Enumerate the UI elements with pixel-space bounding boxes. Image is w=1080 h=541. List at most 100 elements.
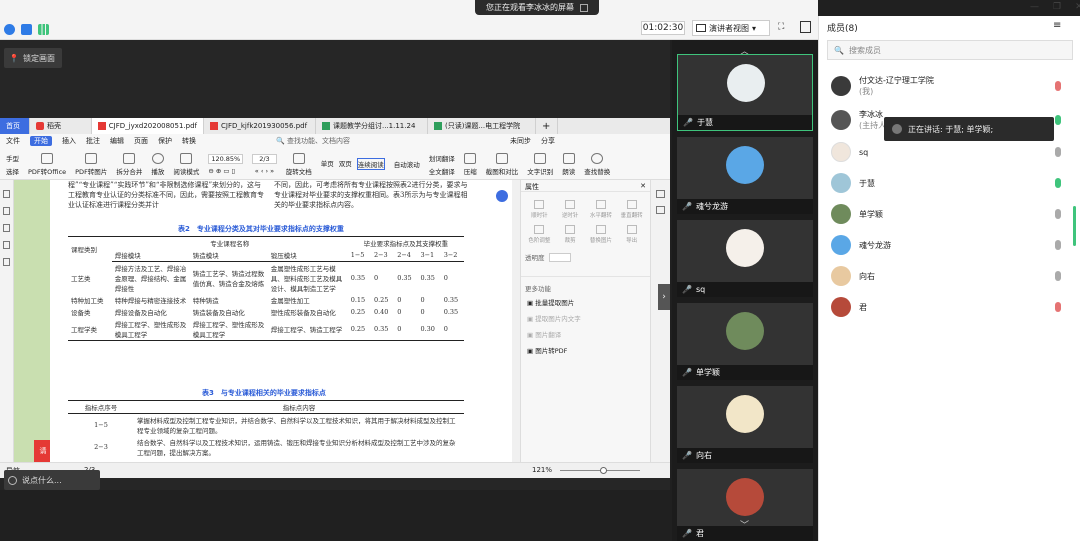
double-page-button[interactable]: 双页 [339,158,352,170]
menu-file[interactable]: 文件 [6,136,20,146]
video-tile[interactable]: 🎤 单学颖 [677,303,813,380]
attachment-icon[interactable] [3,241,10,249]
zoom-select[interactable]: 120.85% [208,153,244,164]
member-row[interactable]: 单学颖 [831,202,1071,226]
mic-icon[interactable] [1055,271,1061,281]
menu-home[interactable]: 开始 [30,136,52,146]
layout-icon[interactable] [800,21,811,33]
member-row[interactable]: 付文达-辽宁理工学院 (我) [831,74,1071,98]
video-tile[interactable]: 🎤 于慧 [677,54,813,131]
member-row[interactable]: 魂兮龙游 [831,233,1071,257]
play-button[interactable]: 播放 [151,152,164,176]
split-merge-button[interactable]: 拆分合并 [116,152,142,176]
auto-scroll-button[interactable]: 自动滚动 [394,159,420,169]
close-icon[interactable]: ✕ [1075,2,1080,12]
member-row[interactable]: sq [831,140,1071,164]
tab-pdf-2[interactable]: CJFD_kjfk201930056.pdf [204,118,316,134]
member-row[interactable]: 于慧 [831,171,1071,195]
mic-icon[interactable] [1055,147,1061,157]
levels-button[interactable]: 色阶调整 [525,225,554,244]
image-to-pdf-button[interactable]: ▣ 图片转PDF [527,345,644,355]
full-translate-button[interactable]: 全文翻译 [429,166,455,176]
new-tab-button[interactable]: + [536,118,558,134]
minimize-icon[interactable]: — [1030,2,1039,12]
find-replace-button[interactable]: 查找替换 [584,152,610,176]
menu-page[interactable]: 页面 [134,136,148,146]
comment-icon[interactable] [3,224,10,232]
video-tile[interactable]: 🎤 向右 [677,386,813,463]
read-mode-button[interactable]: 阅读模式 [173,152,199,176]
signature-icon[interactable] [3,258,10,266]
video-tile[interactable]: 🎤 魂兮龙游 [677,137,813,214]
collapse-panel-button[interactable]: › [658,284,670,310]
bookmark-icon[interactable] [3,190,10,198]
compress-button[interactable]: 压缩 [464,152,477,176]
menu-protect[interactable]: 保护 [158,136,172,146]
settings-icon[interactable] [656,206,665,214]
search-box[interactable]: 🔍 查找功能、文档内容 [276,136,350,146]
emoji-icon[interactable] [8,475,17,485]
extract-text-button[interactable]: ▣ 提取图片内文字 [527,313,644,323]
thumbnail-icon[interactable] [3,207,10,215]
read-aloud-button[interactable]: 朗读 [562,152,575,176]
restore-icon[interactable]: ❐ [1053,2,1061,12]
zoom-slider-thumb[interactable] [600,467,607,474]
hand-tool[interactable]: 手型 [6,153,19,163]
menu-comment[interactable]: 批注 [86,136,100,146]
menu-convert[interactable]: 转换 [182,136,196,146]
mic-icon[interactable] [1055,115,1061,125]
mic-muted-icon[interactable] [1055,302,1061,312]
tab-sheet-2[interactable]: (只读)课题...电工程学院 [428,118,536,134]
word-translate-button[interactable]: 划词翻译 [429,153,455,163]
mic-muted-icon[interactable] [1055,81,1061,91]
export-button[interactable]: 导出 [617,225,646,244]
page-indicator[interactable]: 2/3 [252,153,277,164]
mic-icon[interactable] [1055,240,1061,250]
expand-icon[interactable] [580,3,588,12]
page-nav[interactable]: « ‹ › » [255,167,274,175]
fullscreen-icon[interactable]: ⛶ [778,22,784,32]
tab-docer[interactable]: 稻壳 [30,118,92,134]
rotate-cw-button[interactable]: 顺时针 [525,200,554,219]
member-row[interactable]: 君 [831,295,1071,319]
mic-icon[interactable] [1055,178,1061,188]
tab-pdf-1[interactable]: CJFD_jyxd202008051.pdf [92,118,204,134]
ocr-button[interactable]: 文字识别 [527,152,553,176]
shield-icon[interactable] [21,24,32,35]
scroll-down-icon[interactable]: ﹀ [740,518,749,531]
video-tile[interactable]: 🎤 sq [677,220,813,297]
select-tool[interactable]: 选择 [6,166,19,176]
rotate-button[interactable]: 旋转文档 [286,152,312,176]
opacity-select[interactable] [548,252,571,262]
screen-share-banner[interactable]: 您正在观看李冰冰的屏幕 [475,0,599,15]
ai-assistant-icon[interactable] [496,190,508,202]
chat-input[interactable]: 说点什么... [4,470,100,490]
continuous-button[interactable]: 连续阅读 [356,158,385,170]
zoom-controls[interactable]: ⊖ ⊕ ▭ ▯ [208,167,243,175]
menu-icon[interactable]: ≡ [1053,20,1061,31]
member-row[interactable]: 向右 [831,264,1071,288]
close-icon[interactable]: ✕ [640,182,646,190]
single-page-button[interactable]: 单页 [321,158,334,170]
pdf-to-image-button[interactable]: PDF转图片 [75,152,107,176]
rotate-ccw-button[interactable]: 逆时针 [556,200,585,219]
lock-view-button[interactable]: 📍 锁定画面 [4,48,62,68]
tab-sheet-1[interactable]: 课题教学分组讨...1.11.24 [316,118,428,134]
document-scrollbar[interactable] [512,180,520,462]
replace-image-button[interactable]: 替换图片 [587,225,616,244]
members-scrollbar[interactable] [1073,206,1076,246]
batch-extract-button[interactable]: ▣ 批量提取图片 [527,297,644,307]
cloud-status[interactable]: 未同步 [510,136,531,146]
presenter-view-button[interactable]: 演讲者视图 ▾ [692,20,770,36]
flip-v-button[interactable]: 垂直翻转 [617,200,646,219]
info-icon[interactable] [4,24,15,35]
image-translate-button[interactable]: ▣ 图片翻译 [527,329,644,339]
flip-h-button[interactable]: 水平翻转 [587,200,616,219]
properties-icon[interactable] [656,190,665,198]
share-button[interactable]: 分享 [541,136,555,146]
member-search-input[interactable]: 🔍 搜索成员 [827,40,1073,60]
menu-insert[interactable]: 插入 [62,136,76,146]
mic-icon[interactable] [1055,209,1061,219]
status-zoom[interactable]: 121% [532,466,552,474]
pdf-to-office-button[interactable]: PDF转Office [28,152,66,176]
